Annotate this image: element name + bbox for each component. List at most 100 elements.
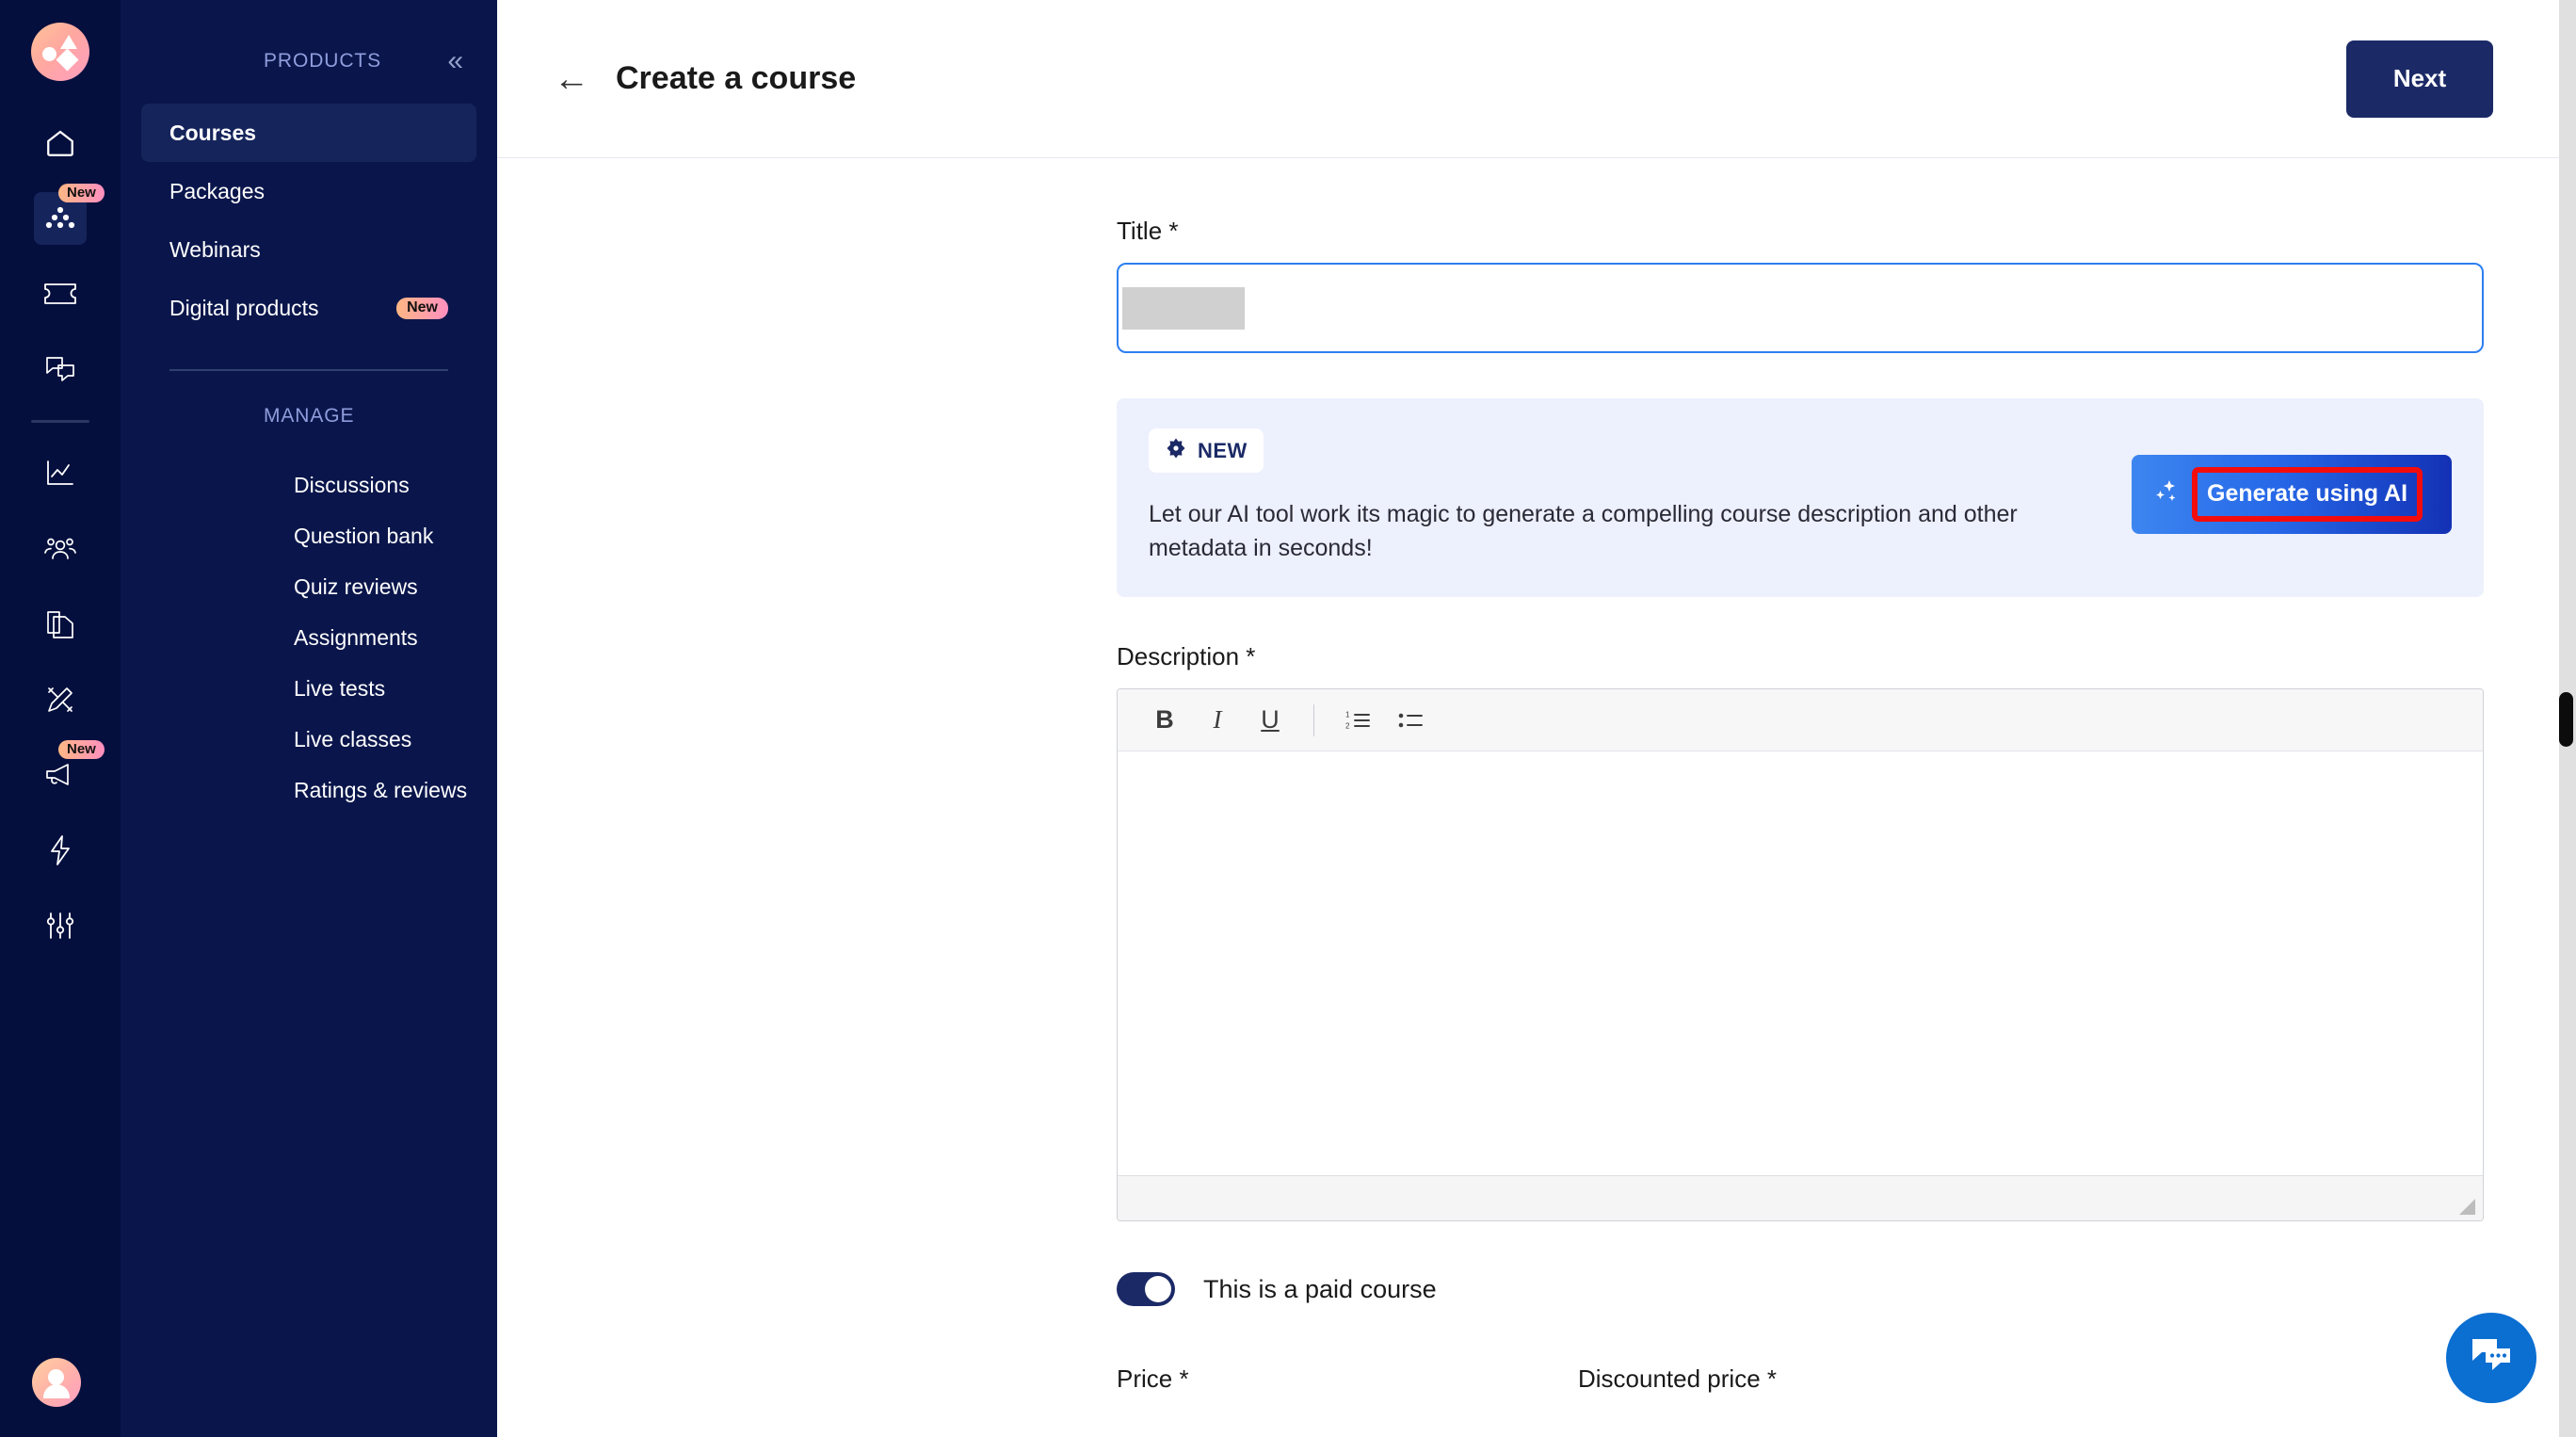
pencil-design-icon [44, 684, 76, 716]
double-chevron-left-icon[interactable]: « [442, 47, 469, 75]
app-root: New New PRODUCTS « Courses Packages Webi… [0, 0, 2576, 1437]
sidebar-item-label: Quiz reviews [294, 573, 418, 599]
brand-logo[interactable] [31, 23, 89, 81]
sidebar-item-discussions[interactable]: Discussions [121, 460, 497, 510]
rich-text-editor: B I U 12 [1117, 688, 2484, 1221]
generate-using-ai-label: Generate using AI [2191, 467, 2423, 522]
ai-banner-text-column: NEW Let our AI tool work its magic to ge… [1149, 428, 2132, 565]
rail-item-documents[interactable] [34, 598, 87, 651]
rail-item-settings[interactable] [34, 899, 87, 952]
ticket-icon [43, 282, 77, 306]
page-header: ← Create a course Next [497, 0, 2576, 158]
sidebar-item-ratings-reviews[interactable]: Ratings & reviews [121, 765, 497, 815]
sidebar-item-live-classes[interactable]: Live classes [121, 714, 497, 765]
next-button[interactable]: Next [2346, 40, 2493, 118]
logo-diamond-shape [56, 48, 79, 72]
user-avatar[interactable] [32, 1358, 81, 1407]
sliders-settings-icon [44, 911, 76, 941]
page-scrollbar-thumb[interactable] [2559, 692, 2573, 747]
paid-course-label: This is a paid course [1203, 1274, 1437, 1303]
discounted-price-field-label: Discounted price * [1578, 1364, 1777, 1393]
price-fields-row: Price * Discounted price * [1117, 1364, 2576, 1394]
price-field-label: Price * [1117, 1364, 1189, 1393]
sparkles-icon [2149, 476, 2184, 514]
rail-item-list: New New [0, 105, 121, 963]
subnav-section-manage-label: MANAGE [264, 405, 355, 427]
sidebar-item-packages[interactable]: Packages [141, 162, 476, 220]
avatar-head-shape [48, 1369, 64, 1385]
sidebar-item-label: Live classes [294, 726, 412, 751]
rail-item-home[interactable] [34, 117, 87, 170]
sidebar-item-label: Live tests [294, 675, 386, 701]
sidebar-item-label: Courses [169, 120, 257, 145]
paid-course-row: This is a paid course [1117, 1272, 2576, 1306]
rail-item-analytics[interactable] [34, 447, 87, 500]
rail-badge-new-2: New [58, 740, 105, 759]
main-content: ← Create a course Next Title * NEW Let o… [497, 0, 2576, 1437]
toggle-knob [1145, 1276, 1171, 1302]
rail-item-announcements[interactable]: New [34, 740, 105, 801]
generate-using-ai-button[interactable]: Generate using AI [2132, 455, 2452, 534]
subnav-section-products-label: PRODUCTS [264, 50, 382, 72]
secondary-nav: PRODUCTS « Courses Packages Webinars Dig… [121, 0, 497, 1437]
description-textarea[interactable] [1118, 751, 2483, 1175]
rail-item-products[interactable]: New [34, 184, 105, 245]
sidebar-item-label: Digital products [169, 295, 319, 320]
italic-icon[interactable]: I [1195, 698, 1240, 743]
description-field-label: Description * [1117, 642, 1256, 670]
rail-item-automation[interactable] [34, 824, 87, 877]
title-input[interactable] [1117, 263, 2484, 353]
products-dots-icon [44, 204, 76, 233]
chat-support-button[interactable] [2446, 1313, 2536, 1403]
home-icon [44, 127, 76, 159]
sidebar-item-label: Ratings & reviews [294, 777, 468, 802]
sidebar-item-webinars[interactable]: Webinars [141, 220, 476, 279]
svg-text:2: 2 [1345, 721, 1350, 730]
documents-copy-icon [45, 608, 75, 640]
sidebar-item-digital-products[interactable]: Digital products New [141, 279, 476, 337]
rail-item-design[interactable] [34, 673, 87, 726]
rail-badge-new: New [58, 184, 105, 202]
megaphone-icon [43, 762, 77, 788]
sidebar-item-question-bank[interactable]: Question bank [121, 510, 497, 561]
title-redacted-block [1122, 286, 1245, 330]
bullet-list-icon[interactable] [1388, 698, 1433, 743]
sidebar-item-live-tests[interactable]: Live tests [121, 663, 497, 714]
sidebar-item-label: Discussions [294, 472, 410, 497]
rail-divider [31, 420, 89, 423]
page-title: Create a course [616, 60, 857, 96]
sidebar-item-assignments[interactable]: Assignments [121, 612, 497, 663]
sidebar-item-label: Question bank [294, 523, 434, 548]
avatar-body-shape [43, 1384, 70, 1398]
svg-text:1: 1 [1345, 710, 1350, 718]
resize-handle-icon[interactable] [2459, 1199, 2475, 1215]
rail-item-tickets[interactable] [34, 267, 87, 320]
sidebar-badge-new: New [396, 297, 448, 319]
sidebar-item-courses[interactable]: Courses [141, 104, 476, 162]
ai-new-badge-label: NEW [1198, 438, 1248, 462]
price-column: Price * [1117, 1364, 1578, 1394]
description-field: Description * B I U 12 [1117, 642, 2576, 1221]
numbered-list-icon[interactable]: 12 [1335, 698, 1380, 743]
course-form: Title * NEW Let our AI tool work its mag… [497, 158, 2576, 1394]
editor-footer [1118, 1175, 2483, 1220]
subnav-header: PRODUCTS « [121, 47, 497, 75]
editor-toolbar: B I U 12 [1118, 689, 2483, 751]
page-scrollbar-track[interactable] [2559, 0, 2576, 1437]
analytics-chart-icon [44, 459, 76, 489]
bold-icon[interactable]: B [1142, 698, 1187, 743]
rail-item-chats[interactable] [34, 343, 87, 396]
rail-item-people[interactable] [34, 523, 87, 575]
sidebar-item-label: Webinars [169, 236, 261, 262]
sidebar-item-label: Assignments [294, 624, 418, 650]
chat-bubbles-icon [44, 355, 76, 383]
underline-icon[interactable]: U [1248, 698, 1293, 743]
paid-course-toggle[interactable] [1117, 1272, 1175, 1306]
sparkle-badge-icon [1165, 437, 1187, 464]
back-arrow-icon[interactable]: ← [554, 61, 589, 97]
logo-circle-shape [42, 47, 56, 61]
lightning-bolt-icon [47, 834, 73, 866]
sidebar-item-quiz-reviews[interactable]: Quiz reviews [121, 561, 497, 612]
sidebar-item-label: Packages [169, 178, 266, 203]
icon-rail: New New [0, 0, 121, 1437]
